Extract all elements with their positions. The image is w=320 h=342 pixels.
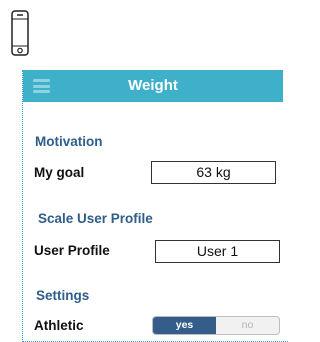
page-title: Weight xyxy=(128,77,178,94)
phone-icon xyxy=(11,10,29,56)
goal-input[interactable]: 63 kg xyxy=(151,161,276,184)
section-scale-user-profile: Scale User Profile xyxy=(38,211,153,226)
athletic-toggle[interactable]: yes no xyxy=(152,316,280,335)
user-profile-select[interactable]: User 1 xyxy=(155,240,280,263)
athletic-label: Athletic xyxy=(34,318,84,333)
user-profile-label: User Profile xyxy=(34,243,110,258)
toggle-yes-option[interactable]: yes xyxy=(153,317,216,334)
app-header: Weight xyxy=(23,70,283,102)
section-motivation: Motivation xyxy=(35,134,103,149)
section-settings: Settings xyxy=(36,288,90,303)
goal-label: My goal xyxy=(34,165,85,180)
toggle-no-option[interactable]: no xyxy=(216,317,279,334)
